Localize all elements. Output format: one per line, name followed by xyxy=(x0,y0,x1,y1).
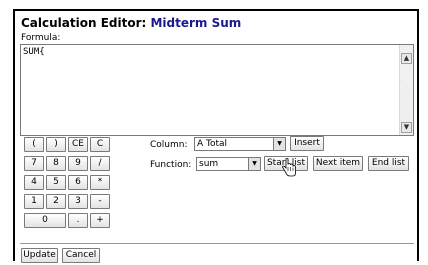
insert-button[interactable]: Insert xyxy=(290,136,324,151)
formula-textarea[interactable]: SUM{ ▲ ▼ xyxy=(20,44,414,136)
chevron-down-icon[interactable]: ▼ xyxy=(248,158,260,170)
key-4[interactable]: 4 xyxy=(24,175,44,190)
calculation-editor-dialog: Calculation Editor: Midterm Sum Formula:… xyxy=(13,9,419,263)
footer-divider xyxy=(20,243,414,244)
next-item-button[interactable]: Next item xyxy=(313,156,363,171)
key-5[interactable]: 5 xyxy=(46,175,66,190)
hand-cursor-icon xyxy=(282,158,296,177)
title-name: Midterm Sum xyxy=(150,16,242,30)
formula-text: SUM{ xyxy=(23,47,45,57)
key-8[interactable]: 8 xyxy=(46,156,66,171)
key-decimal[interactable]: . xyxy=(68,213,88,228)
function-select[interactable]: sum ▼ xyxy=(196,157,261,171)
column-select[interactable]: A Total ▼ xyxy=(194,137,286,151)
cancel-button[interactable]: Cancel xyxy=(62,248,100,263)
key-3[interactable]: 3 xyxy=(68,194,88,209)
key-7[interactable]: 7 xyxy=(24,156,44,171)
key-2[interactable]: 2 xyxy=(46,194,66,209)
key-1[interactable]: 1 xyxy=(24,194,44,209)
dialog-title: Calculation Editor: Midterm Sum xyxy=(21,16,241,30)
scroll-track[interactable] xyxy=(402,67,411,123)
title-prefix: Calculation Editor: xyxy=(21,16,147,30)
key-9[interactable]: 9 xyxy=(68,156,88,171)
key-0[interactable]: 0 xyxy=(24,213,66,228)
key-c[interactable]: C xyxy=(90,137,110,152)
function-select-value: sum xyxy=(199,159,219,169)
key-plus[interactable]: + xyxy=(90,213,110,228)
scroll-up-icon[interactable]: ▲ xyxy=(401,53,412,64)
key-6[interactable]: 6 xyxy=(68,175,88,190)
key-multiply[interactable]: * xyxy=(90,175,110,190)
end-list-button[interactable]: End list xyxy=(368,156,409,171)
key-open-paren[interactable]: ( xyxy=(24,137,44,152)
formula-scrollbar[interactable]: ▲ ▼ xyxy=(399,45,413,135)
key-ce[interactable]: CE xyxy=(68,137,88,152)
key-minus[interactable]: - xyxy=(90,194,110,209)
chevron-down-icon[interactable]: ▼ xyxy=(273,138,285,150)
update-button[interactable]: Update xyxy=(21,248,58,263)
scroll-down-icon[interactable]: ▼ xyxy=(401,122,412,133)
column-label: Column: xyxy=(150,140,188,150)
column-select-value: A Total xyxy=(197,139,228,149)
formula-label: Formula: xyxy=(21,33,61,43)
key-divide[interactable]: / xyxy=(90,156,110,171)
key-close-paren[interactable]: ) xyxy=(46,137,66,152)
function-label: Function: xyxy=(150,160,192,170)
